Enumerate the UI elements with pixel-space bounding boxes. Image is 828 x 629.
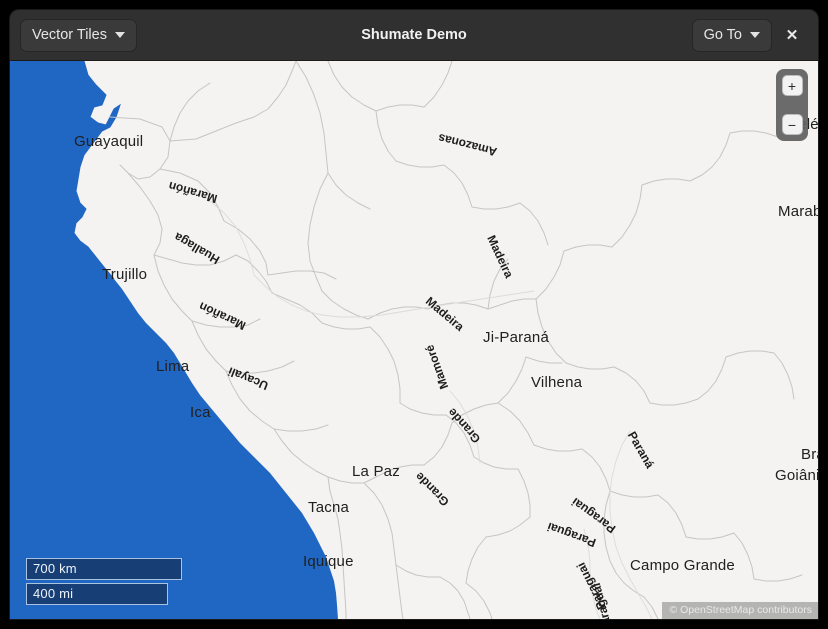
scale-bar-imperial: 400 mi	[26, 583, 168, 605]
close-icon[interactable]: ✕	[776, 19, 808, 51]
zoom-controls: + −	[776, 69, 808, 141]
app-window: Vector Tiles Shumate Demo Go To ✕ Guayaq…	[10, 10, 818, 619]
go-to-label: Go To	[703, 27, 742, 43]
titlebar-right-group: Go To ✕	[691, 18, 808, 52]
window-titlebar: Vector Tiles Shumate Demo Go To ✕	[10, 10, 818, 61]
go-to-dropdown[interactable]: Go To	[691, 18, 772, 52]
zoom-in-button[interactable]: +	[781, 75, 803, 96]
scale-bar-group: 700 km 400 mi	[26, 558, 182, 605]
scale-bar-metric: 700 km	[26, 558, 182, 580]
chevron-down-icon	[114, 32, 125, 38]
map-tiles	[10, 61, 818, 619]
map-canvas[interactable]: GuayaquilBelémMarabáTrujilloJi-ParanáLim…	[10, 61, 818, 619]
chevron-down-icon	[750, 32, 760, 38]
zoom-out-button[interactable]: −	[781, 114, 803, 135]
vector-tiles-dropdown[interactable]: Vector Tiles	[20, 18, 137, 52]
attribution-label[interactable]: © OpenStreetMap contributors	[662, 602, 818, 619]
vector-tiles-label: Vector Tiles	[32, 27, 107, 43]
